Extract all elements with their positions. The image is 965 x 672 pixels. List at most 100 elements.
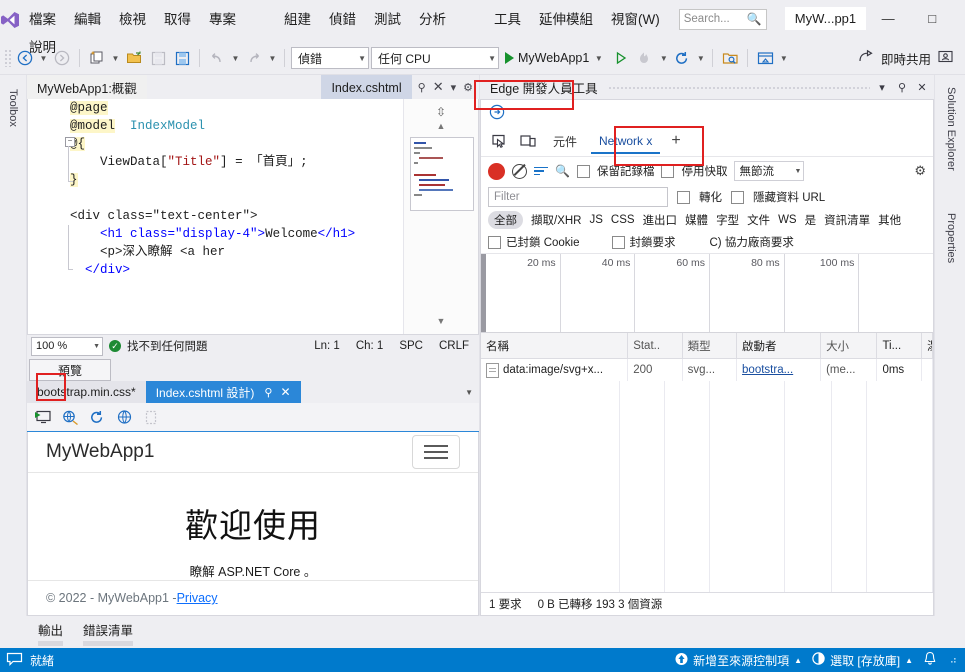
add-to-source-control-button[interactable]: 新增至來源控制項 ▲ bbox=[675, 652, 802, 669]
type-filter-fetch-xhr[interactable]: 擷取/XHR bbox=[531, 212, 581, 228]
hamburger-menu-icon[interactable] bbox=[412, 435, 460, 469]
menu-item-help[interactable]: 說明 bbox=[20, 33, 65, 59]
table-row[interactable]: data:image/svg+x... 200 svg... bootstra.… bbox=[481, 359, 933, 381]
column-header-status[interactable]: Stat.. bbox=[628, 333, 682, 358]
scroll-up-icon[interactable]: ▲ bbox=[437, 121, 446, 131]
column-header-initiator[interactable]: 啟動者 bbox=[737, 333, 821, 358]
chevron-up-icon[interactable]: ▲ bbox=[905, 656, 913, 665]
chevron-down-icon[interactable]: ▾ bbox=[874, 81, 890, 94]
tab-output[interactable]: 輸出 bbox=[28, 616, 73, 641]
toolbar-grip[interactable] bbox=[4, 49, 12, 67]
column-header-type[interactable]: 類型 bbox=[683, 333, 737, 358]
clear-network-log-icon[interactable] bbox=[512, 164, 527, 179]
menu-item-get[interactable]: 取得 bbox=[155, 5, 200, 31]
browser-link-icon[interactable] bbox=[60, 407, 80, 427]
toolbox-tab[interactable]: Toolbox bbox=[3, 83, 23, 133]
close-icon[interactable]: ✕ bbox=[280, 385, 290, 399]
menu-item-build[interactable]: 組建 bbox=[275, 5, 320, 31]
type-filter-other[interactable]: 其他 bbox=[878, 212, 901, 228]
preview-button[interactable]: 預覽 bbox=[29, 359, 111, 381]
maximize-button[interactable]: □ bbox=[910, 3, 954, 33]
notifications-icon[interactable] bbox=[923, 651, 937, 669]
editor-minimap[interactable]: ⇳ ▲ bbox=[403, 99, 478, 334]
menu-item-tools[interactable]: 工具 bbox=[485, 5, 530, 31]
menu-item-project[interactable]: 專案 bbox=[200, 5, 245, 31]
type-filter-css[interactable]: CSS bbox=[611, 214, 635, 226]
type-filter-manifest[interactable]: 資訊清單 bbox=[824, 212, 870, 228]
run-in-browser-icon[interactable] bbox=[33, 407, 53, 427]
inspect-element-icon[interactable] bbox=[487, 129, 513, 153]
cell-initiator[interactable]: bootstra... bbox=[737, 359, 821, 381]
code-text-area[interactable]: @page @model IndexModel @{ ViewData["Tit… bbox=[64, 99, 403, 334]
preserve-log-checkbox[interactable] bbox=[577, 165, 590, 178]
designer-tab-overflow[interactable]: ▼ bbox=[301, 381, 479, 403]
properties-tab[interactable]: Properties bbox=[941, 207, 961, 269]
globe-icon[interactable] bbox=[114, 407, 134, 427]
minimize-button[interactable]: — bbox=[866, 3, 910, 33]
blocked-cookies-group[interactable]: 已封鎖 Cookie bbox=[488, 234, 580, 250]
tab-error-list[interactable]: 錯誤清單 bbox=[73, 616, 143, 641]
chevron-down-icon[interactable]: ▾ bbox=[451, 81, 457, 94]
disable-cache-checkbox[interactable] bbox=[661, 165, 674, 178]
preview-brand[interactable]: MyWebApp1 bbox=[46, 441, 154, 463]
type-filter-doc[interactable]: 文件 bbox=[747, 212, 770, 228]
hide-data-urls-checkbox[interactable] bbox=[731, 191, 744, 204]
type-filter-font[interactable]: 字型 bbox=[716, 212, 739, 228]
column-header-size[interactable]: 大小 bbox=[821, 333, 877, 358]
menu-item-window[interactable]: 視窗(W) bbox=[602, 5, 669, 31]
cell-initiator-link[interactable]: bootstra... bbox=[742, 364, 793, 376]
document-tab-index-cshtml[interactable]: Index.cshtml bbox=[321, 75, 411, 99]
column-header-time[interactable]: Ti... bbox=[877, 333, 922, 358]
invert-checkbox[interactable] bbox=[677, 191, 690, 204]
devtools-drag-dots[interactable] bbox=[608, 84, 870, 90]
column-header-waterfall[interactable]: 瀑布 ▲ bbox=[922, 333, 933, 358]
pin-icon[interactable]: ⚲ bbox=[894, 81, 910, 94]
split-view-icon[interactable]: ⇳ bbox=[436, 105, 446, 119]
type-filter-media[interactable]: 媒體 bbox=[685, 212, 708, 228]
type-filter-img[interactable]: 進出口 bbox=[643, 212, 678, 228]
blocked-cookies-checkbox[interactable] bbox=[488, 236, 501, 249]
record-toggle-icon[interactable] bbox=[488, 163, 505, 180]
zoom-level-select[interactable]: 100 % ▼ bbox=[31, 337, 103, 356]
document-tab-overview[interactable]: MyWebApp1:概觀 bbox=[27, 75, 147, 99]
tab-network[interactable]: Network x bbox=[589, 130, 662, 152]
gear-icon[interactable]: ⚙ bbox=[463, 81, 473, 94]
throttling-select[interactable]: 無節流 ▼ bbox=[734, 161, 804, 181]
add-tab-icon[interactable]: + bbox=[664, 132, 687, 150]
close-icon[interactable]: ✕ bbox=[433, 79, 444, 95]
solution-explorer-tab[interactable]: Solution Explorer bbox=[941, 81, 961, 177]
search-input[interactable]: Search... 🔍 bbox=[679, 9, 767, 30]
menu-item-view[interactable]: 檢視 bbox=[110, 5, 155, 31]
search-icon[interactable]: 🔍 bbox=[555, 164, 570, 178]
close-button[interactable]: ✕ bbox=[954, 3, 965, 33]
chevron-up-icon[interactable]: ▲ bbox=[794, 656, 802, 665]
designer-tab-bootstrap-css[interactable]: bootstrap.min.css* bbox=[27, 381, 146, 403]
type-filter-js[interactable]: JS bbox=[589, 214, 602, 226]
privacy-link[interactable]: Privacy bbox=[177, 591, 218, 605]
menu-item-file[interactable]: 檔案 bbox=[20, 5, 65, 31]
resize-grip-icon[interactable] bbox=[947, 653, 957, 667]
pin-icon[interactable]: ⚲ bbox=[264, 386, 272, 399]
tab-elements[interactable]: 元件 bbox=[543, 129, 587, 154]
type-filter-wasm[interactable]: 是 bbox=[805, 212, 817, 228]
column-header-name[interactable]: 名稱 bbox=[481, 333, 628, 358]
forward-arrow-icon[interactable] bbox=[489, 104, 505, 123]
menu-item-test[interactable]: 測試 bbox=[365, 5, 410, 31]
fold-column[interactable]: − bbox=[64, 99, 76, 334]
pin-icon[interactable]: ⚲ bbox=[418, 81, 426, 94]
code-editor[interactable]: @page @model IndexModel @{ ViewData["Tit… bbox=[27, 99, 479, 335]
gear-icon[interactable]: ⚙ bbox=[914, 163, 926, 179]
type-filter-ws[interactable]: WS bbox=[778, 214, 797, 226]
scroll-down-icon[interactable]: ▼ bbox=[437, 316, 446, 326]
filter-icon[interactable] bbox=[534, 167, 548, 176]
device-emulation-icon[interactable] bbox=[515, 129, 541, 153]
close-icon[interactable]: ✕ bbox=[914, 81, 930, 94]
select-repository-button[interactable]: 選取 [存放庫] ▲ bbox=[812, 652, 913, 669]
menu-item-extensions[interactable]: 延伸模組 bbox=[530, 5, 602, 31]
refresh-icon[interactable] bbox=[87, 407, 107, 427]
third-party-label[interactable]: C) 協力廠商要求 bbox=[710, 234, 794, 250]
blocked-requests-checkbox[interactable] bbox=[612, 236, 625, 249]
filter-input[interactable]: Filter bbox=[488, 187, 668, 207]
blocked-requests-group[interactable]: 封鎖要求 bbox=[612, 234, 676, 250]
menu-item-analyze[interactable]: 分析 bbox=[410, 5, 455, 31]
